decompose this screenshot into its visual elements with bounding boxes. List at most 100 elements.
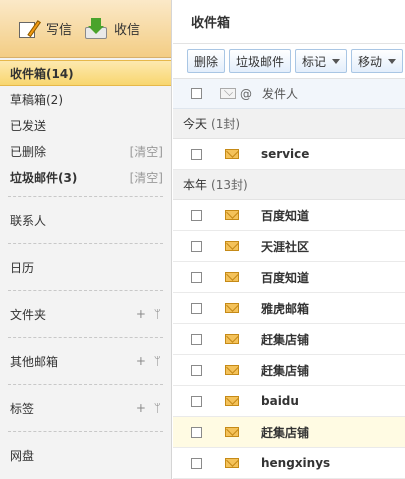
table-row[interactable]: 百度知道 — [173, 262, 405, 293]
sender-name: service — [261, 147, 310, 161]
sidebar-item-label: 收件箱(14) — [10, 66, 74, 81]
table-row[interactable]: 雅虎邮箱 — [173, 293, 405, 324]
table-row[interactable]: 天涯社区 — [173, 231, 405, 262]
sidebar-item-netdisk[interactable]: 网盘 — [0, 438, 171, 472]
sidebar-item-tags[interactable]: 标签 + ᛘ — [0, 391, 171, 425]
envelope-icon — [225, 272, 239, 282]
divider — [8, 337, 163, 338]
group-label: 今天 — [183, 117, 208, 131]
divider — [8, 243, 163, 244]
sender-column-header[interactable]: 发件人 — [262, 85, 298, 102]
sidebar-item-label: 已发送 — [10, 118, 47, 133]
sender-name: 雅虎邮箱 — [261, 301, 310, 316]
group-header-today: 今天 (1封) — [173, 109, 405, 139]
column-header: @ 发件人 — [173, 79, 405, 109]
row-checkbox[interactable] — [191, 364, 202, 376]
sender-name: 赶集店铺 — [261, 425, 310, 440]
sidebar-item-drafts[interactable]: 草稿箱(2) — [0, 86, 171, 112]
sender-name: 百度知道 — [261, 270, 310, 285]
sidebar-item-label: 标签 — [10, 401, 35, 416]
sidebar-item-deleted[interactable]: 已删除 [清空] — [0, 138, 171, 164]
divider — [8, 431, 163, 432]
move-dropdown[interactable]: 移动 — [351, 49, 404, 73]
delete-label: 删除 — [194, 54, 219, 69]
sidebar-item-label: 草稿箱(2) — [10, 92, 63, 107]
divider — [8, 196, 163, 197]
group-label: 本年 — [183, 178, 208, 192]
mark-label: 标记 — [302, 54, 327, 69]
sidebar-item-folders[interactable]: 文件夹 + ᛘ — [0, 297, 171, 331]
sidebar-item-label: 日历 — [10, 260, 35, 275]
sidebar: 写信 收信 收件箱(14) 草稿箱(2) 已发送 已删除 [清空] 垃圾邮件(3… — [0, 0, 172, 479]
table-row[interactable]: 百度知道 — [173, 200, 405, 231]
sender-name: 百度知道 — [261, 208, 310, 223]
sender-name: baidu — [261, 394, 299, 408]
table-row[interactable]: service — [173, 139, 405, 170]
spam-label: 垃圾邮件 — [236, 54, 285, 69]
sidebar-item-label: 垃圾邮件(3) — [10, 170, 78, 185]
envelope-icon — [225, 210, 239, 220]
table-row[interactable]: 赶集店铺 — [173, 355, 405, 386]
table-row[interactable]: 赶集店铺 — [173, 417, 405, 448]
table-row[interactable]: 赶集店铺 — [173, 324, 405, 355]
sidebar-item-label: 文件夹 — [10, 307, 47, 322]
sidebar-item-inbox[interactable]: 收件箱(14) — [0, 60, 171, 86]
row-checkbox[interactable] — [191, 271, 202, 283]
sidebar-item-spam[interactable]: 垃圾邮件(3) [清空] — [0, 164, 171, 190]
group-count: (1封) — [211, 117, 241, 131]
receive-icon — [84, 17, 108, 40]
divider — [8, 290, 163, 291]
clear-spam-link[interactable]: [清空] — [130, 169, 163, 186]
sidebar-item-calendar[interactable]: 日历 — [0, 250, 171, 284]
toolbar: 删除 垃圾邮件 标记 移动 — [173, 44, 405, 79]
receive-button[interactable]: 收信 — [84, 17, 141, 40]
sender-name: 赶集店铺 — [261, 332, 310, 347]
sender-name: hengxinys — [261, 456, 331, 470]
row-checkbox[interactable] — [191, 457, 202, 469]
compose-button[interactable]: 写信 — [18, 18, 72, 40]
sidebar-item-other-mail[interactable]: 其他邮箱 + ᛘ — [0, 344, 171, 378]
envelope-icon — [225, 334, 239, 344]
clear-deleted-link[interactable]: [清空] — [130, 143, 163, 160]
page-title: 收件箱 — [173, 0, 405, 44]
envelope-icon — [225, 427, 239, 437]
envelope-icon — [225, 458, 239, 468]
folder-list: 收件箱(14) 草稿箱(2) 已发送 已删除 [清空] 垃圾邮件(3) [清空] — [0, 58, 171, 190]
mail-list-pane: 收件箱 删除 垃圾邮件 标记 移动 @ 发件人 今天 (1封) service … — [173, 0, 405, 479]
sidebar-item-contacts[interactable]: 联系人 — [0, 203, 171, 237]
table-row[interactable]: baidu — [173, 386, 405, 417]
receive-label: 收信 — [114, 23, 141, 38]
envelope-icon — [225, 149, 239, 159]
row-checkbox[interactable] — [191, 302, 202, 314]
mark-dropdown[interactable]: 标记 — [295, 49, 348, 73]
row-checkbox[interactable] — [191, 426, 202, 438]
row-checkbox[interactable] — [191, 395, 202, 407]
row-checkbox[interactable] — [191, 240, 202, 252]
add-folder-icon[interactable]: + ᛘ — [136, 307, 163, 321]
row-checkbox[interactable] — [191, 148, 202, 160]
envelope-icon — [225, 365, 239, 375]
sidebar-item-label: 其他邮箱 — [10, 354, 59, 369]
table-row[interactable]: hengxinys — [173, 448, 405, 479]
add-mailbox-icon[interactable]: + ᛘ — [136, 354, 163, 368]
add-tag-icon[interactable]: + ᛘ — [136, 401, 163, 415]
sidebar-item-label: 已删除 — [10, 144, 47, 159]
row-checkbox[interactable] — [191, 333, 202, 345]
chevron-down-icon — [388, 58, 397, 64]
sidebar-item-label: 网盘 — [10, 448, 35, 463]
envelope-icon — [225, 396, 239, 406]
delete-button[interactable]: 删除 — [187, 49, 226, 73]
move-label: 移动 — [358, 54, 383, 69]
spam-button[interactable]: 垃圾邮件 — [229, 49, 292, 73]
sidebar-item-label: 联系人 — [10, 213, 47, 228]
divider — [8, 384, 163, 385]
mail-actions: 写信 收信 — [0, 0, 171, 58]
row-checkbox[interactable] — [191, 209, 202, 221]
attachment-column-icon[interactable]: @ — [240, 87, 252, 101]
envelope-icon — [225, 241, 239, 251]
sidebar-item-sent[interactable]: 已发送 — [0, 112, 171, 138]
select-all-checkbox[interactable] — [191, 88, 202, 99]
sender-name: 赶集店铺 — [261, 363, 310, 378]
sender-name: 天涯社区 — [261, 239, 310, 254]
read-status-column-icon[interactable] — [220, 88, 236, 99]
